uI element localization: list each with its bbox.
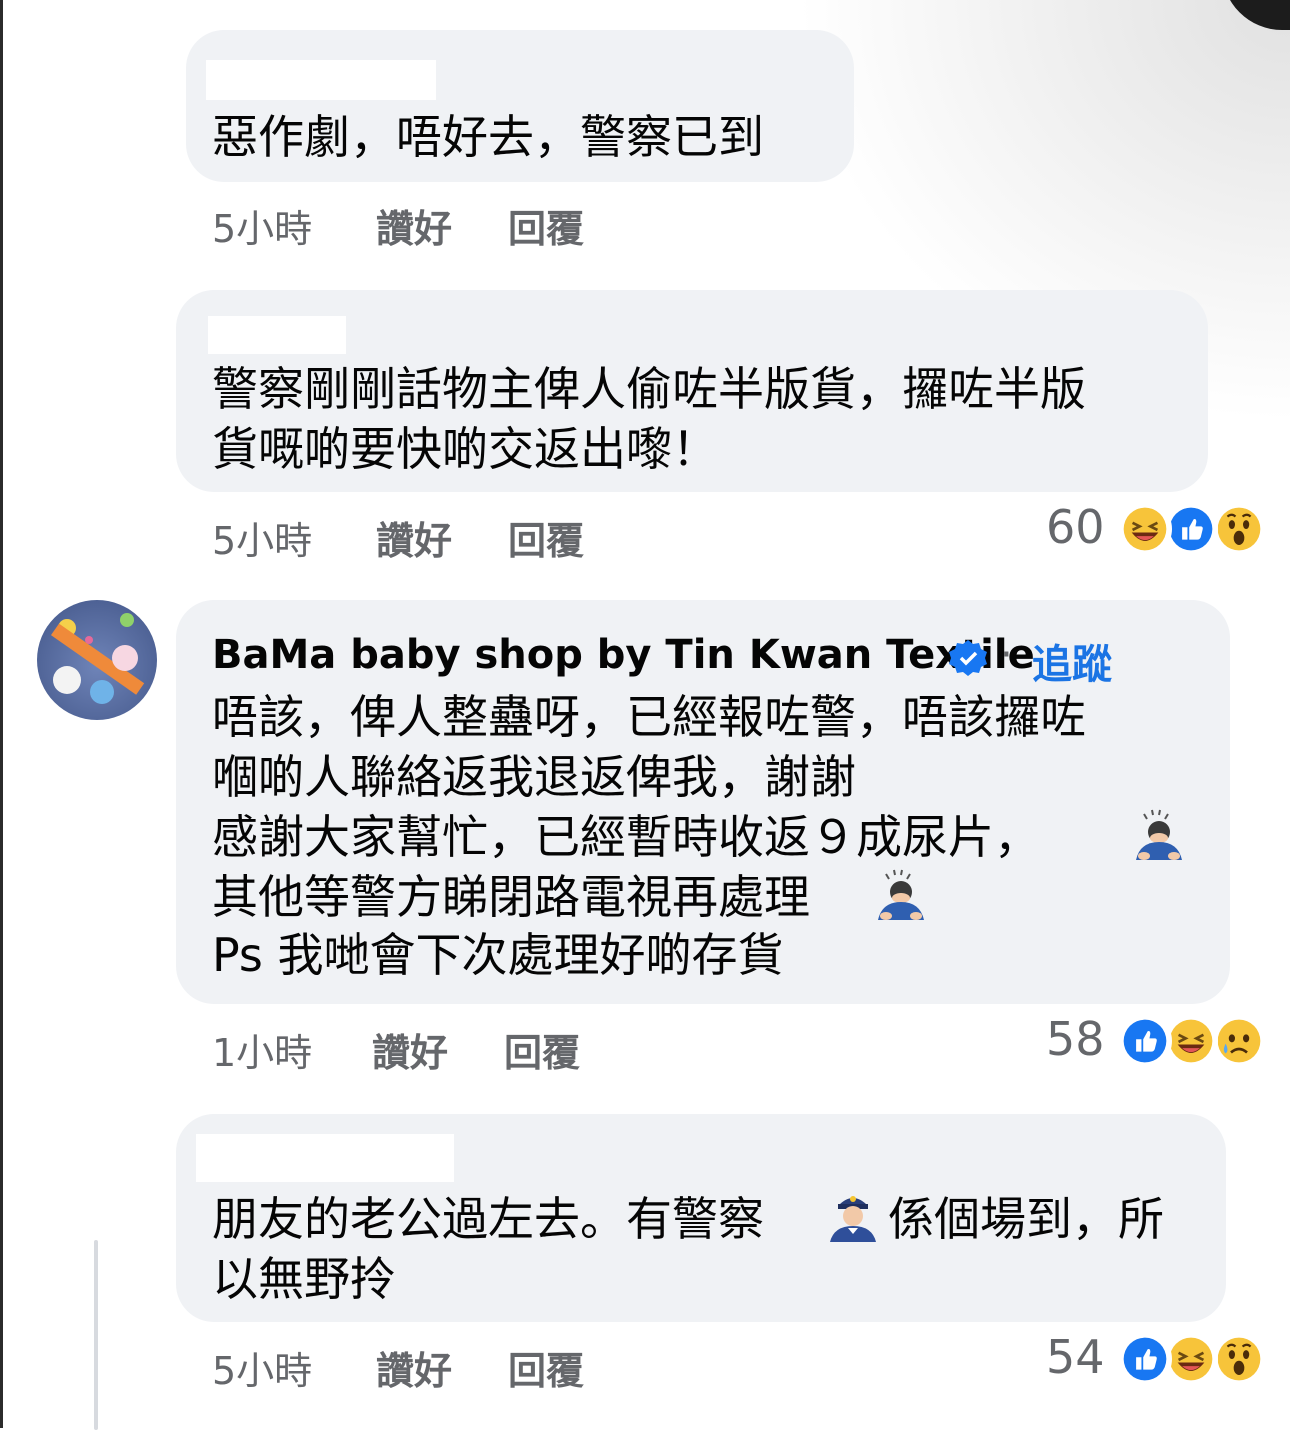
redacted-name-1 (206, 60, 436, 100)
left-edge (0, 0, 3, 1428)
reaction-count-3[interactable]: 58 (1046, 1012, 1105, 1066)
comment-time-4[interactable]: 5小時 (212, 1340, 312, 1395)
reaction-count-4[interactable]: 54 (1046, 1330, 1105, 1384)
laugh-icon (1118, 502, 1172, 556)
reply-button-4[interactable]: 回覆 (508, 1340, 584, 1395)
comment-text-2-line-1: 警察剛剛話物主俾人偷咗半版貨，攞咗半版 (212, 362, 1086, 416)
like-icon (1118, 1332, 1172, 1386)
redacted-name-2 (208, 316, 346, 354)
comment-text-4-line-1b: 係個場到，所 (888, 1192, 1164, 1246)
comment-text-1: 惡作劇，唔好去，警察已到 (212, 110, 764, 164)
reply-button-1[interactable]: 回覆 (508, 198, 584, 253)
reply-button-3[interactable]: 回覆 (504, 1022, 580, 1077)
reaction-count-2[interactable]: 60 (1046, 500, 1105, 554)
bowing-person-emoji (872, 864, 930, 922)
follow-button[interactable]: 追蹤 (1032, 632, 1112, 690)
comment-author-3[interactable]: BaMa baby shop by Tin Kwan Textile (212, 632, 1035, 678)
wow-icon (1212, 502, 1266, 556)
comment-text-4-line-1a: 朋友的老公過左去。有警察 (212, 1192, 764, 1246)
comment-text-3-line-4: 其他等警方睇閉路電視再處理 (212, 870, 810, 924)
like-button-2[interactable]: 讚好 (376, 510, 452, 565)
like-button-1[interactable]: 讚好 (376, 198, 452, 253)
bowing-person-emoji (1130, 804, 1188, 862)
comment-time-1[interactable]: 5小時 (212, 198, 312, 253)
sad-icon (1212, 1014, 1266, 1068)
comment-text-3-line-2: 嗰啲人聯絡返我退返俾我，謝謝 (212, 750, 856, 804)
redacted-name-4 (196, 1134, 454, 1182)
comment-text-4-line-2: 以無野拎 (212, 1252, 396, 1306)
verified-badge-icon (948, 638, 988, 678)
like-icon (1164, 502, 1218, 556)
comment-time-3[interactable]: 1小時 (212, 1022, 312, 1077)
avatar[interactable] (37, 600, 157, 720)
wow-icon (1212, 1332, 1266, 1386)
like-button-3[interactable]: 讚好 (372, 1022, 448, 1077)
like-icon (1118, 1014, 1172, 1068)
separator-dot: · (1000, 632, 1013, 678)
laugh-icon (1164, 1014, 1218, 1068)
comment-text-3-line-3: 感謝大家幫忙，已經暫時收返９成尿片， (212, 810, 1040, 864)
comment-text-3-line-5: Ps 我哋會下次處理好啲存貨 (212, 928, 784, 982)
corner-overlay (1222, 0, 1290, 30)
reply-thread-line (94, 1240, 98, 1430)
laugh-icon (1164, 1332, 1218, 1386)
like-button-4[interactable]: 讚好 (376, 1340, 452, 1395)
reply-button-2[interactable]: 回覆 (508, 510, 584, 565)
comment-text-2-line-2: 貨嘅啲要快啲交返出嚟！ (212, 422, 718, 476)
police-officer-emoji (824, 1186, 882, 1244)
comment-time-2[interactable]: 5小時 (212, 510, 312, 565)
comment-text-3-line-1: 唔該，俾人整蠱呀，已經報咗警，唔該攞咗 (212, 690, 1086, 744)
